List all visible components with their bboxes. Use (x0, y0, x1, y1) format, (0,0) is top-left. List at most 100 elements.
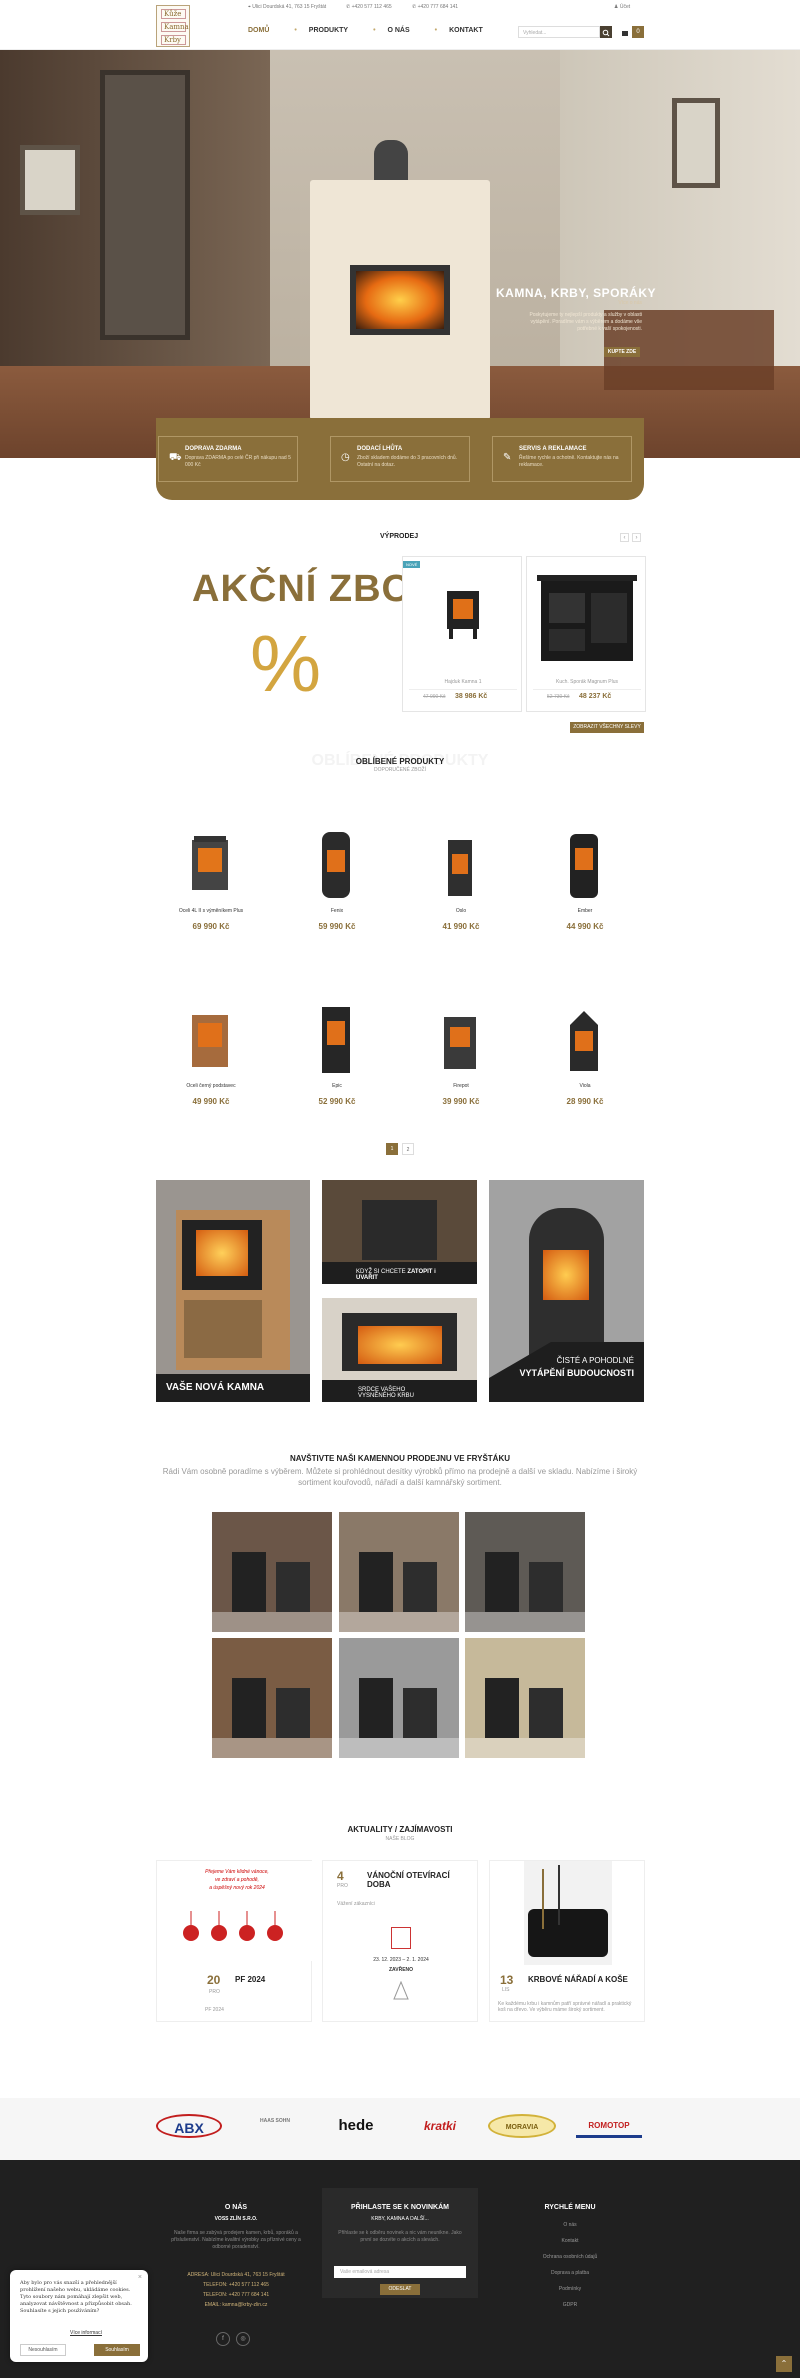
news-card[interactable]: Přejeme Vám klidné vánoce, ve zdraví a p… (156, 1860, 313, 2022)
cookie-reject-button[interactable]: Nesouhlasím (20, 2344, 66, 2356)
quick-link[interactable]: Doprava a platba (520, 2270, 620, 2276)
tile-future-heating[interactable]: ČISTÉ A POHODLNÉ VYTÁPĚNÍ BUDOUCNOSTI (489, 1180, 644, 1402)
product-card[interactable]: Viola 28 990 Kč (530, 1005, 640, 1115)
search-input[interactable]: Vyhledat... (518, 26, 600, 38)
product-card[interactable]: Oceli černý podstavec 49 990 Kč (156, 1005, 266, 1115)
showroom-photo[interactable] (212, 1638, 332, 1758)
quick-link[interactable]: GDPR (520, 2302, 620, 2308)
brand-logo[interactable]: ROMOTOP (576, 2114, 642, 2138)
phone-1[interactable]: ✆ +420 577 112 465 (346, 4, 392, 10)
header: Kůže Kamna Krby ⌖ Ulici Dourdská 41, 763… (0, 0, 800, 50)
showroom-photo[interactable] (339, 1512, 459, 1632)
product-name: Kuch. Sporák Magnum Plus (556, 679, 618, 685)
footer-phone[interactable]: TELEFON: +420 777 684 141 (156, 2292, 316, 2299)
news-card[interactable]: 4 PRO VÁNOČNÍ OTEVÍRACÍ DOBA Vážení záka… (322, 1860, 478, 2022)
site-logo[interactable]: Kůže Kamna Krby (156, 5, 190, 47)
brand-logo[interactable]: HAAS SOHN (252, 2114, 298, 2138)
nav-about[interactable]: O NÁS (387, 27, 409, 34)
product-name: Hajduk Kamna 1 (444, 679, 482, 685)
brand-logo[interactable]: kratki (404, 2114, 476, 2138)
facebook-icon[interactable]: f (216, 2332, 230, 2346)
cookie-more-link[interactable]: Více informací (70, 2330, 102, 2336)
account-link[interactable]: ♟ Účet (614, 4, 630, 10)
cookie-banner: × Aby bylo pro vás snazší a přehlednější… (10, 2270, 148, 2362)
brand-logo[interactable]: ABX (156, 2114, 222, 2138)
percent-symbol: % (250, 619, 322, 708)
feature-text: Doprava ZDARMA po celé ČR při nákupu nad… (185, 455, 291, 468)
cookie-text: Aby bylo pro vás snazší a přehlednější p… (20, 2280, 132, 2314)
product-card[interactable]: Ember 44 990 Kč (530, 830, 640, 940)
product-name: Ember (577, 908, 593, 914)
product-image (192, 1015, 228, 1067)
showroom-photo[interactable] (212, 1512, 332, 1632)
wrench-icon: ✎ (503, 452, 512, 463)
feature-delivery: ◷ DODACÍ LHŮTA Zboží skladem dodáme do 3… (330, 436, 470, 482)
quick-link[interactable]: Kontakt (520, 2238, 620, 2244)
new-badge: NOVÉ (403, 561, 421, 568)
page-1-button[interactable]: 1 (386, 1143, 398, 1155)
product-price: 59 990 Kč (318, 922, 356, 931)
newsletter-text: Přihlaste se k odběru novinek a nic vám … (338, 2230, 462, 2243)
feature-title: SERVIS A REKLAMACE (519, 446, 587, 452)
newsletter-email-input[interactable]: Vaše emailová adresa (334, 2266, 466, 2278)
news-headline[interactable]: VÁNOČNÍ OTEVÍRACÍ DOBA (367, 1871, 473, 1889)
cookie-accept-button[interactable]: Souhlasím (94, 2344, 140, 2356)
tile-cook-heat[interactable]: KDYŽ SI CHCETE ZATOPIT i UVAŘIT (322, 1180, 477, 1284)
footer-email[interactable]: EMAIL: kamna@krby-zlin.cz (156, 2302, 316, 2309)
page: Kůže Kamna Krby ⌖ Ulici Dourdská 41, 763… (0, 0, 800, 2378)
showroom-photo[interactable] (465, 1638, 585, 1758)
popular-subtitle: DOPORUČENÉ ZBOŽÍ (374, 767, 426, 773)
footer-phone[interactable]: TELEFON: +420 577 112 465 (156, 2282, 316, 2289)
sale-product-card[interactable]: NOVÉ Hajduk Kamna 1 47 990 Kč 38 986 Kč (402, 556, 522, 712)
search-button[interactable] (600, 26, 612, 38)
nav-products[interactable]: PRODUKTY (309, 27, 348, 34)
newsletter-submit-button[interactable]: ODESLAT (380, 2284, 420, 2295)
nav-contact[interactable]: KONTAKT (449, 27, 483, 34)
product-image (448, 840, 472, 896)
showroom-photo[interactable] (465, 1512, 585, 1632)
product-card[interactable]: Firepot 39 990 Kč (406, 1005, 516, 1115)
page-2-button[interactable]: 2 (402, 1143, 414, 1155)
quick-link[interactable]: Ochrana osobních údajů (520, 2254, 620, 2260)
news-headline[interactable]: PF 2024 (235, 1975, 295, 1984)
brand-logo[interactable]: hede (320, 2114, 392, 2138)
product-name: Firepot (453, 1083, 469, 1089)
product-card[interactable]: Oceli 4L II s výměníkem Plus 69 990 Kč (156, 830, 266, 940)
news-headline[interactable]: KRBOVÉ NÁŘADÍ A KOŠE (528, 1975, 638, 1984)
phone-2[interactable]: ✆ +420 777 684 141 (412, 4, 458, 10)
quick-link[interactable]: Podmínky (520, 2286, 620, 2292)
quick-link[interactable]: O nás (520, 2222, 620, 2228)
hero-text: Poskytujeme ty nejlepší produkty a služb… (529, 312, 642, 332)
cart-count[interactable]: 0 (632, 26, 644, 38)
sale-next-button[interactable]: › (632, 533, 641, 542)
hero-cta-button[interactable]: KUPTE ZDE (604, 347, 640, 357)
showroom-photo[interactable] (339, 1638, 459, 1758)
hero-title: KAMNA, KRBY, SPORÁKY (496, 286, 657, 300)
hero-subtitle: Více o nás (618, 300, 642, 306)
tile-new-stove[interactable]: VAŠE NOVÁ KAMNA (156, 1180, 310, 1402)
news-month: PRO (209, 1989, 220, 1995)
feature-text: Řešíme rychle a ochotně. Kontaktujte nás… (519, 455, 619, 468)
news-card[interactable]: 13 LIS KRBOVÉ NÁŘADÍ A KOŠE Ke každému k… (489, 1860, 645, 2022)
tile-fireplace[interactable]: SRDCE VAŠEHO VYSNĚNÉHO KRBU (322, 1298, 477, 1402)
nav-home[interactable]: DOMŮ (248, 27, 269, 34)
brand-strip: ABX HAAS SOHN hede kratki MORAVIA ROMOTO… (0, 2098, 800, 2160)
instagram-icon[interactable]: ◎ (236, 2332, 250, 2346)
feature-shipping: ⛟ DOPRAVA ZDARMA Doprava ZDARMA po celé … (158, 436, 298, 482)
cart-icon (622, 31, 628, 36)
scroll-top-button[interactable]: ⌃ (776, 2356, 792, 2372)
product-card[interactable]: Oslo 41 990 Kč (406, 830, 516, 940)
product-card[interactable]: Fenix 59 990 Kč (282, 830, 392, 940)
sale-prev-button[interactable]: ‹ (620, 533, 629, 542)
product-card[interactable]: Epic 52 990 Kč (282, 1005, 392, 1115)
product-image (322, 832, 350, 898)
cart-button[interactable] (619, 26, 631, 38)
clock-icon: ◷ (341, 452, 350, 463)
news-excerpt: Vážení zákazníci (337, 1901, 375, 1907)
show-all-sales-button[interactable]: ZOBRAZIT VŠECHNY SLEVY (570, 722, 644, 733)
logo-line: Kůže (161, 9, 186, 19)
sale-label: VÝPRODEJ (380, 533, 419, 540)
footer-about-text: Naše firma se zabývá prodejem kamen, krb… (171, 2230, 301, 2250)
brand-logo[interactable]: MORAVIA (488, 2114, 556, 2138)
sale-product-card[interactable]: Kuch. Sporák Magnum Plus 52 730 Kč 48 23… (526, 556, 646, 712)
